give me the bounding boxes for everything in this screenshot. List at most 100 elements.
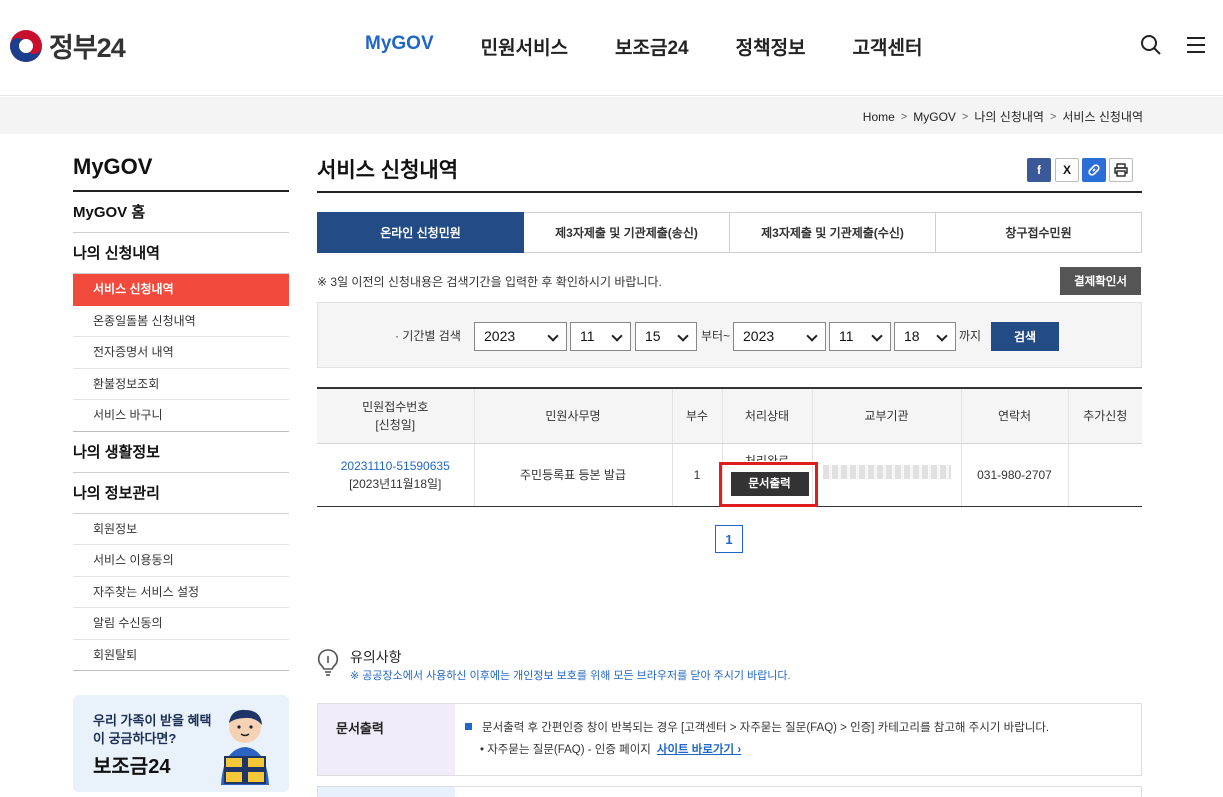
person-with-gift-icon: [221, 709, 269, 785]
caution-text: ※ 공공장소에서 사용하신 이후에는 개인정보 보호를 위해 모든 브라우저를 …: [350, 670, 791, 682]
sidebar: MyGOV MyGOV 홈 나의 신청내역 서비스 신청내역 온종일돌봄 신청내…: [73, 150, 289, 671]
site-shortcut-link[interactable]: 사이트 바로가기 ›: [657, 744, 741, 756]
sidebar-item-favorite-settings[interactable]: 자주찾는 서비스 설정: [73, 577, 289, 608]
sidebar-group-info-management[interactable]: 나의 정보관리: [73, 473, 289, 514]
logo[interactable]: 정부24: [9, 26, 126, 65]
col-issuing-org: 교부기관: [811, 388, 961, 444]
period-notice: ※ 3일 이전의 신청내용은 검색기간을 입력한 후 확인하시기 바랍니다.: [317, 275, 662, 289]
caution-title: 유의사항: [350, 649, 402, 665]
breadcrumb-home[interactable]: Home: [863, 110, 895, 124]
sidebar-item-allday-care[interactable]: 온종일돌봄 신청내역: [73, 306, 289, 337]
search-button[interactable]: 검색: [991, 322, 1059, 351]
sidebar-item-alert-consent[interactable]: 알림 수신동의: [73, 608, 289, 640]
guide-text: 문서출력 후 간편인증 창이 반복되는 경우 [고객센터 > 자주묻는 질문(F…: [465, 719, 1049, 735]
print-guide: 문서출력 문서출력 후 간편인증 창이 반복되는 경우 [고객센터 > 자주묻는…: [317, 703, 1142, 776]
link-icon: [1088, 164, 1100, 176]
chevron-right-icon: >: [900, 110, 908, 123]
site-header: 정부24 MyGOV 민원서비스 보조금24 정책정보 고객센터: [0, 0, 1223, 96]
to-year-select[interactable]: 2023: [733, 322, 826, 351]
extra-request-cell: [1067, 443, 1142, 507]
col-receipt-no: 민원접수번호 [신청일]: [317, 388, 474, 444]
table-header-row: 민원접수번호 [신청일] 민원사무명 부수 처리상태 교부기관 연락처 추가신청: [317, 388, 1142, 444]
from-suffix: 부터~: [701, 329, 731, 343]
service-name-cell: 주민등록표 등본 발급: [473, 443, 672, 507]
from-month-select[interactable]: 11: [570, 322, 631, 351]
link-copy-icon[interactable]: [1082, 158, 1106, 182]
facebook-share-label: f: [1037, 163, 1041, 177]
next-guide-label: [318, 787, 455, 797]
sidebar-item-mygov-home[interactable]: MyGOV 홈: [73, 192, 289, 233]
receipt-cell: 20231110-51590635 [2023년11월18일]: [317, 443, 474, 507]
contact-cell: 031-980-2707: [960, 443, 1068, 507]
logo-text: 정부24: [49, 33, 126, 63]
nav-policy-info[interactable]: 정책정보: [736, 33, 806, 60]
sidebar-item-service-applications[interactable]: 서비스 신청내역: [73, 274, 289, 306]
sidebar-item-withdraw[interactable]: 회원탈퇴: [73, 640, 289, 671]
breadcrumb-my-applications[interactable]: 나의 신청내역: [974, 108, 1044, 125]
col-copies: 부수: [671, 388, 722, 444]
sidebar-title: MyGOV: [73, 150, 289, 192]
x-share-icon[interactable]: X: [1055, 158, 1079, 182]
to-month-select[interactable]: 11: [829, 322, 891, 351]
nav-civil-service[interactable]: 민원서비스: [481, 33, 568, 60]
sidebar-group-life-info[interactable]: 나의 생활정보: [73, 432, 289, 473]
tab-online-applications[interactable]: 온라인 신청민원: [317, 212, 524, 253]
col-contact: 연락처: [960, 388, 1068, 444]
breadcrumb: Home > MyGOV > 나의 신청내역 > 서비스 신청내역: [863, 108, 1143, 125]
subsidy24-banner[interactable]: 우리 가족이 받을 혜택이 궁금하다면? 보조금24: [73, 695, 289, 792]
guide-label: 문서출력: [318, 704, 455, 775]
col-service-name: 민원사무명: [473, 388, 672, 444]
chevron-right-icon: >: [961, 110, 969, 123]
to-suffix: 까지: [959, 329, 982, 343]
sidebar-item-service-basket[interactable]: 서비스 바구니: [73, 400, 289, 432]
page-1-link[interactable]: 1: [715, 525, 743, 553]
status-text: 처리완료: [744, 453, 790, 461]
payment-confirmation-button[interactable]: 결제확인서: [1060, 267, 1141, 295]
main-nav: MyGOV 민원서비스 보조금24 정책정보 고객센터: [365, 33, 969, 60]
banner-title: 보조금24: [93, 756, 171, 778]
next-guide-row: [317, 786, 1142, 797]
sidebar-item-member-info[interactable]: 회원정보: [73, 514, 289, 545]
facebook-share-icon[interactable]: f: [1027, 158, 1051, 182]
printer-icon: [1114, 163, 1128, 177]
guide-faq-line: • 자주묻는 질문(FAQ) - 인증 페이지 사이트 바로가기 ›: [480, 741, 741, 757]
redacted-org-name: [822, 465, 951, 479]
highlight-box: [719, 462, 818, 507]
sidebar-group-my-applications[interactable]: 나의 신청내역: [73, 233, 289, 274]
sidebar-item-e-certificates[interactable]: 전자증명서 내역: [73, 337, 289, 369]
breadcrumb-mygov[interactable]: MyGOV: [913, 110, 956, 124]
chevron-right-icon: >: [1049, 110, 1057, 123]
tab-third-party-sent[interactable]: 제3자제출 및 기관제출(송신): [524, 212, 730, 253]
banner-text: 우리 가족이 받을 혜택이 궁금하다면?: [93, 713, 212, 746]
from-day-select[interactable]: 15: [635, 322, 697, 351]
sidebar-item-service-consent[interactable]: 서비스 이용동의: [73, 545, 289, 577]
receipt-number-link[interactable]: 20231110-51590635: [317, 457, 474, 475]
tab-counter-applications[interactable]: 창구접수민원: [936, 212, 1142, 253]
issuing-org-cell: [811, 443, 961, 507]
guide-faq-text: • 자주묻는 질문(FAQ) - 인증 페이지: [480, 744, 651, 756]
period-search-box: · 기간별 검색 2023 11 15 부터~ 2023 11 18 까지 검색: [317, 302, 1142, 368]
application-date: [2023년11월18일]: [349, 476, 442, 491]
tab-third-party-received[interactable]: 제3자제출 및 기관제출(수신): [730, 212, 936, 253]
nav-mygov[interactable]: MyGOV: [365, 33, 434, 60]
page-title: 서비스 신청내역: [317, 159, 459, 182]
to-day-select[interactable]: 18: [894, 322, 956, 351]
breadcrumb-current: 서비스 신청내역: [1062, 110, 1143, 124]
period-search-label: · 기간별 검색: [395, 329, 461, 343]
breadcrumb-bar: Home > MyGOV > 나의 신청내역 > 서비스 신청내역: [0, 97, 1223, 134]
col-extra-request: 추가신청: [1067, 388, 1142, 444]
from-year-select[interactable]: 2023: [474, 322, 567, 351]
application-tabs: 온라인 신청민원 제3자제출 및 기관제출(송신) 제3자제출 및 기관제출(수…: [317, 212, 1142, 253]
col-status: 처리상태: [721, 388, 812, 444]
hamburger-menu-icon[interactable]: [1185, 34, 1207, 56]
nav-subsidy24[interactable]: 보조금24: [615, 33, 689, 60]
x-share-label: X: [1062, 163, 1071, 177]
taegeuk-logo-icon: [10, 29, 42, 62]
copies-cell: 1: [671, 443, 722, 507]
search-icon[interactable]: [1140, 34, 1162, 56]
nav-customer-center[interactable]: 고객센터: [853, 33, 923, 60]
sidebar-item-refund-info[interactable]: 환불정보조회: [73, 369, 289, 400]
title-divider: [317, 191, 1142, 193]
lightbulb-icon: [317, 649, 339, 676]
print-icon[interactable]: [1109, 158, 1133, 182]
